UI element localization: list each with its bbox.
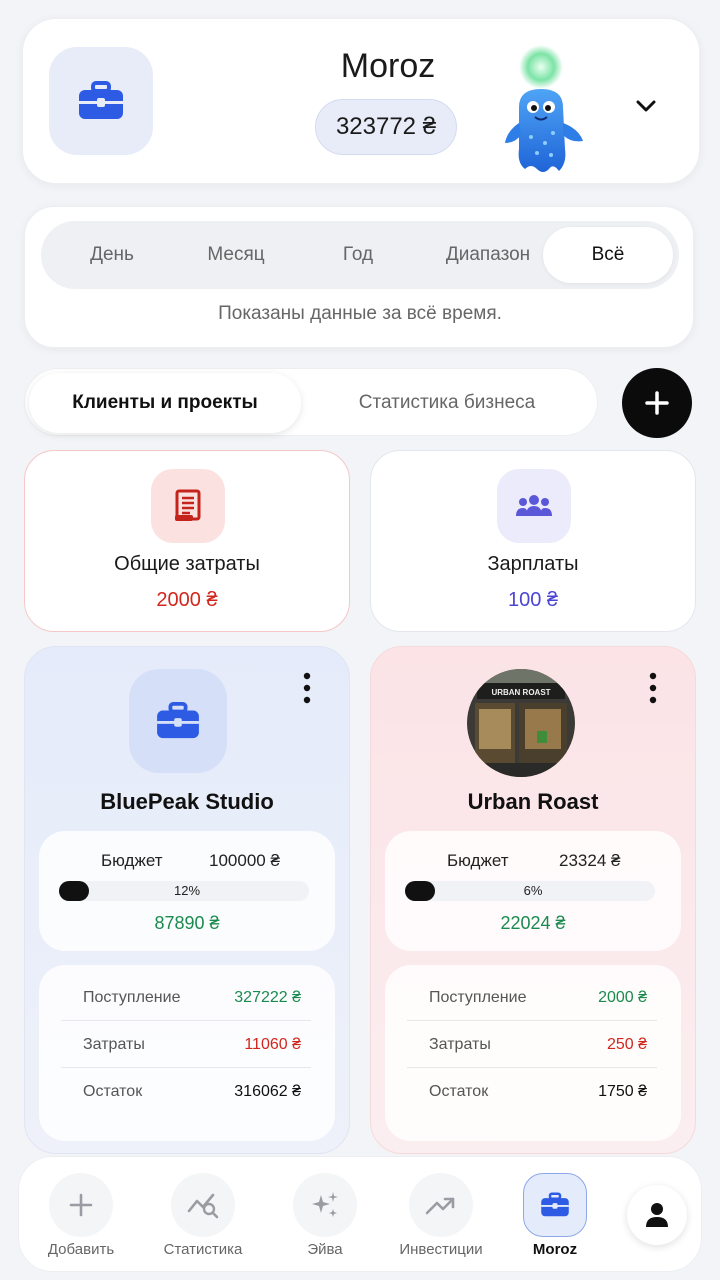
account-header: Moroz 323772 ₴: [22, 18, 700, 184]
view-segment: Клиенты и проекты Статистика бизнеса: [24, 368, 598, 436]
budget-label: Бюджет: [101, 851, 163, 870]
budget-amount: 100000 ₴: [209, 851, 280, 870]
period-tab-day[interactable]: День: [55, 227, 169, 283]
stat-row-balance: Остаток 1750 ₴: [407, 1069, 657, 1115]
trending-up-icon: [409, 1173, 473, 1237]
period-tab-all[interactable]: Всё: [543, 227, 673, 283]
plus-icon: [49, 1173, 113, 1237]
budget-remaining: 22024 ₴: [500, 913, 566, 933]
nav-label: Инвестиции: [399, 1241, 483, 1258]
bottom-navigation: Добавить Статистика Эйва Инвестиции Moro…: [18, 1156, 702, 1272]
nav-add[interactable]: Добавить: [31, 1169, 131, 1265]
user-icon: [646, 1203, 668, 1227]
project-card[interactable]: BluePeak Studio Бюджет 100000 ₴ 12% 8789…: [24, 646, 350, 1154]
nav-statistics[interactable]: Статистика: [153, 1169, 253, 1265]
stat-value: 1750 ₴: [598, 1083, 647, 1100]
nav-label: Статистика: [163, 1241, 243, 1258]
stat-label: Остаток: [429, 1083, 489, 1100]
team-icon: [497, 469, 571, 543]
nav-investments[interactable]: Инвестиции: [391, 1169, 491, 1265]
briefcase-icon: [157, 702, 199, 739]
salaries-title: Зарплаты: [487, 553, 579, 575]
more-icon[interactable]: [297, 671, 317, 705]
add-button[interactable]: [622, 368, 692, 438]
chevron-down-icon[interactable]: [631, 91, 661, 121]
nav-label: Эйва: [307, 1241, 343, 1258]
budget-percent: 12%: [173, 883, 201, 898]
project-stats: Поступление 2000 ₴ Затраты 250 ₴ Остаток…: [385, 965, 681, 1141]
nav-label: Moroz: [532, 1241, 578, 1258]
period-tabs: День Месяц Год Диапазон Всё: [41, 221, 679, 289]
briefcase-icon: [79, 81, 123, 119]
stat-row-expenses: Затраты 250 ₴: [407, 1022, 657, 1068]
stat-row-income: Поступление 327222 ₴: [61, 975, 311, 1021]
stat-value: 250 ₴: [606, 1036, 647, 1053]
tab-business-stats[interactable]: Статистика бизнеса: [311, 373, 583, 433]
receipt-icon: [151, 469, 225, 543]
nav-account[interactable]: Moroz: [505, 1169, 605, 1265]
plus-icon: [645, 391, 669, 415]
budget-panel: Бюджет 100000 ₴ 12% 87890 ₴: [39, 831, 335, 951]
budget-label: Бюджет: [447, 851, 509, 870]
period-tab-year[interactable]: Год: [303, 227, 413, 283]
more-icon[interactable]: [643, 671, 663, 705]
project-name: BluePeak Studio: [100, 789, 274, 814]
profile-button[interactable]: [627, 1185, 687, 1245]
stat-value: 11060 ₴: [244, 1036, 301, 1053]
chart-search-icon: [171, 1173, 235, 1237]
period-tab-month[interactable]: Месяц: [179, 227, 293, 283]
project-logo: [129, 669, 227, 773]
budget-panel: Бюджет 23324 ₴ 6% 22024 ₴: [385, 831, 681, 951]
project-stats: Поступление 327222 ₴ Затраты 11060 ₴ Ост…: [39, 965, 335, 1141]
salaries-value: 100 ₴: [507, 589, 559, 611]
nav-label: Добавить: [47, 1241, 115, 1258]
expenses-value: 2000 ₴: [156, 589, 218, 611]
stat-label: Поступление: [429, 989, 527, 1006]
account-name: Moroz: [340, 47, 436, 85]
storefront-sign: URBAN ROAST: [491, 688, 550, 697]
project-name: Urban Roast: [467, 789, 599, 814]
budget-percent: 6%: [523, 883, 543, 898]
balance-badge: 323772 ₴: [315, 99, 457, 155]
stat-row-income: Поступление 2000 ₴: [407, 975, 657, 1021]
project-photo: URBAN ROAST: [467, 669, 575, 777]
total-expenses-card[interactable]: Общие затраты 2000 ₴: [24, 450, 350, 632]
stat-label: Поступление: [83, 989, 181, 1006]
sparkles-icon: [293, 1173, 357, 1237]
stat-label: Остаток: [83, 1083, 143, 1100]
tab-clients-projects[interactable]: Клиенты и проекты: [29, 373, 301, 433]
stat-row-balance: Остаток 316062 ₴: [61, 1069, 311, 1115]
mascot-icon[interactable]: [501, 45, 587, 175]
budget-amount: 23324 ₴: [559, 851, 621, 870]
stat-label: Затраты: [83, 1036, 145, 1053]
stat-label: Затраты: [429, 1036, 491, 1053]
budget-remaining: 87890 ₴: [154, 913, 220, 933]
stat-value: 316062 ₴: [234, 1083, 301, 1100]
stat-value: 327222 ₴: [234, 989, 301, 1006]
period-note: Показаны данные за всё время.: [218, 303, 502, 324]
salaries-card[interactable]: Зарплаты 100 ₴: [370, 450, 696, 632]
period-filter: День Месяц Год Диапазон Всё Показаны дан…: [24, 206, 694, 348]
briefcase-icon: [523, 1173, 587, 1237]
project-card[interactable]: URBAN ROAST Urban Roast Бюджет 23324 ₴ 6…: [370, 646, 696, 1154]
account-avatar[interactable]: [49, 47, 153, 155]
expenses-title: Общие затраты: [114, 553, 260, 575]
stat-row-expenses: Затраты 11060 ₴: [61, 1022, 311, 1068]
nav-ai[interactable]: Эйва: [275, 1169, 375, 1265]
period-tab-range[interactable]: Диапазон: [423, 227, 553, 283]
stat-value: 2000 ₴: [598, 989, 647, 1006]
